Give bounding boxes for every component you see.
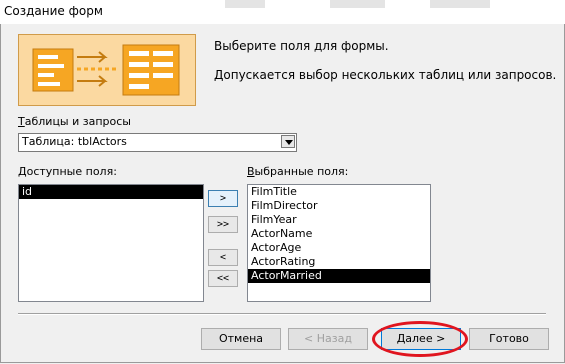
chevron-down-icon[interactable]	[281, 135, 295, 148]
add-all-fields-button[interactable]: >>	[208, 216, 238, 233]
access-key: Т	[18, 115, 25, 128]
title-bar: Создание форм	[0, 0, 565, 25]
list-item[interactable]: FilmYear	[248, 213, 430, 227]
available-fields-list[interactable]: id	[18, 184, 204, 302]
combobox-value: Таблица: tblActors	[22, 135, 127, 148]
selected-fields-list[interactable]: FilmTitle FilmDirector FilmYear ActorNam…	[247, 184, 431, 302]
next-button[interactable]: Далее >	[381, 328, 461, 350]
field-transfer-illustration-icon	[32, 44, 180, 96]
background-window-fragment	[430, 0, 490, 8]
list-item[interactable]: ActorRating	[248, 255, 430, 269]
cancel-button[interactable]: Отмена	[201, 328, 281, 350]
background-window-fragment	[225, 0, 265, 8]
tables-queries-combobox[interactable]: Таблица: tblActors	[18, 133, 297, 152]
label-rest: аблицы и запросы	[24, 115, 131, 128]
instruction-text: Выберите поля для формы.	[214, 39, 389, 53]
available-fields-label: Доступные поля:	[18, 165, 117, 178]
tables-queries-label: Таблицы и запросы	[18, 115, 131, 128]
background-window-fragment	[330, 0, 385, 8]
list-item[interactable]: id	[19, 185, 203, 199]
back-button[interactable]: < Назад	[288, 328, 368, 350]
list-item[interactable]: ActorAge	[248, 241, 430, 255]
window-title: Создание форм	[4, 4, 103, 18]
remove-all-fields-button[interactable]: <<	[208, 270, 238, 287]
label-rest: оступные поля:	[26, 165, 117, 178]
list-item[interactable]: FilmDirector	[248, 199, 430, 213]
footer-divider	[18, 313, 546, 315]
remove-field-button[interactable]: <	[208, 249, 238, 266]
access-key: В	[247, 165, 255, 178]
list-item[interactable]: ActorMarried	[248, 269, 430, 283]
selected-fields-label: Выбранные поля:	[247, 165, 348, 178]
access-key: Д	[18, 165, 27, 178]
wizard-illustration	[18, 34, 196, 106]
finish-button[interactable]: Готово	[469, 328, 549, 350]
add-field-button[interactable]: >	[208, 190, 238, 207]
list-item[interactable]: FilmTitle	[248, 185, 430, 199]
label-rest: ыбранные поля:	[254, 165, 349, 178]
instruction-hint: Допускается выбор нескольких таблиц или …	[214, 68, 557, 82]
list-item[interactable]: ActorName	[248, 227, 430, 241]
